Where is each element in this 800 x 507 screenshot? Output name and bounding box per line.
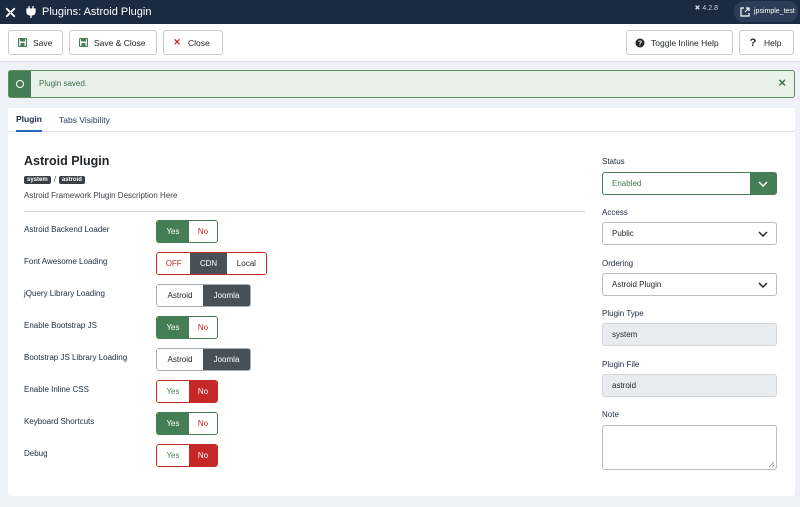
success-alert: Plugin saved. × [8,70,795,98]
tab-bar: Plugin Tabs Visibility [8,108,795,132]
option-no[interactable]: No [188,381,217,402]
joomla-logo-icon[interactable] [2,4,18,20]
alert-close-icon[interactable]: × [778,75,786,91]
access-label: Access [602,208,628,217]
chevron-down-icon [750,173,776,194]
floppy-disk-icon [17,38,27,48]
plugin-form-card: Astroid Plugin system / astroid Astroid … [8,132,795,496]
user-name: jpsimple_test [754,8,795,15]
status-label: Status [602,157,625,166]
tab-plugin[interactable]: Plugin [16,108,42,132]
save-close-button[interactable]: Save & Close [69,30,157,55]
switcher-jquery: Astroid Joomla [156,284,251,307]
joomla-small-icon: ✖ [694,5,701,12]
option-yes[interactable]: Yes [157,445,189,466]
question-mark-icon: ? [749,36,757,49]
divider [24,211,585,212]
ordering-label: Ordering [602,259,634,268]
version-badge: ✖ 4.2.8 [694,4,718,13]
access-value: Public [612,229,634,238]
alert-message: Plugin saved. [39,79,88,88]
external-edit-icon [740,6,750,17]
svg-text:?: ? [638,40,642,47]
ordering-value: Astroid Plugin [612,280,662,289]
note-label: Note [602,410,619,419]
close-label: Close [188,37,210,48]
status-select[interactable]: Enabled [602,172,777,195]
switcher-font-awesome: OFF CDN Local [156,252,267,275]
switcher-debug: Yes No [156,444,218,467]
option-yes[interactable]: Yes [157,221,189,242]
option-yes[interactable]: Yes [157,413,189,434]
version-text: 4.2.8 [702,4,718,12]
ordering-select[interactable]: Astroid Plugin [602,273,777,296]
switcher-backend-loader: Yes No [156,220,218,243]
field-label-font-awesome: Font Awesome Loading [24,257,108,266]
option-yes[interactable]: Yes [157,381,189,402]
option-off[interactable]: OFF [157,253,191,274]
field-label-jquery: jQuery Library Loading [24,289,105,298]
save-close-label: Save & Close [94,37,146,48]
close-x-icon: ✕ [173,37,181,47]
floppy-disk-icon [78,38,88,48]
field-label-bootstrap-js: Enable Bootstrap JS [24,321,97,330]
field-label-keyboard-shortcuts: Keyboard Shortcuts [24,417,95,426]
option-no[interactable]: No [188,445,217,466]
close-button[interactable]: ✕ Close [163,30,223,55]
toolbar: Save Save & Close ✕ Close ? Toggle Inlin… [0,24,800,62]
question-circle-icon: ? [635,38,645,48]
option-cdn[interactable]: CDN [190,253,227,274]
plugin-type-field: system [602,323,777,346]
switcher-bootstrap-library: Astroid Joomla [156,348,251,371]
plugin-title: Astroid Plugin [24,154,110,168]
option-no[interactable]: No [188,413,217,434]
toggle-inline-help-button[interactable]: ? Toggle Inline Help [626,30,733,55]
option-joomla[interactable]: Joomla [203,285,250,306]
option-astroid[interactable]: Astroid [157,349,204,370]
plugin-file-field: astroid [602,374,777,397]
toggle-help-label: Toggle Inline Help [651,37,719,48]
access-select[interactable]: Public [602,222,777,245]
switcher-keyboard-shortcuts: Yes No [156,412,218,435]
badge-astroid: astroid [58,175,85,184]
badge-system: system [24,175,51,184]
option-local[interactable]: Local [226,253,266,274]
save-button[interactable]: Save [8,30,63,55]
option-astroid[interactable]: Astroid [157,285,204,306]
field-label-bootstrap-library: Bootstrap JS Library Loading [24,353,128,362]
tab-tabs-visibility[interactable]: Tabs Visibility [59,108,110,132]
plug-icon [26,6,36,18]
resize-handle-icon[interactable] [768,461,775,468]
switcher-inline-css: Yes No [156,380,218,403]
check-circle-icon [9,71,31,97]
plugin-type-label: Plugin Type [602,309,644,318]
option-no[interactable]: No [188,221,217,242]
help-label: Help [764,37,782,48]
option-joomla[interactable]: Joomla [203,349,250,370]
status-value: Enabled [612,179,642,188]
chevron-down-icon [750,223,776,244]
page-title: Plugins: Astroid Plugin [42,6,152,18]
app-header: Plugins: Astroid Plugin ✖ 4.2.8 jpsimple… [0,0,800,24]
save-label: Save [33,37,53,48]
plugin-description: Astroid Framework Plugin Description Her… [24,191,178,200]
note-textarea[interactable] [602,425,777,470]
option-yes[interactable]: Yes [157,317,189,338]
option-no[interactable]: No [188,317,217,338]
plugin-file-label: Plugin File [602,360,640,369]
chevron-down-icon [750,274,776,295]
field-label-debug: Debug [24,449,48,458]
user-menu-button[interactable]: jpsimple_test [734,1,798,22]
field-label-backend-loader: Astroid Backend Loader [24,225,110,234]
badge-separator: / [53,175,56,184]
plugin-badges: system / astroid [24,175,85,184]
help-button[interactable]: ? Help [739,30,794,55]
field-label-inline-css: Enable Inline CSS [24,385,89,394]
switcher-bootstrap-js: Yes No [156,316,218,339]
